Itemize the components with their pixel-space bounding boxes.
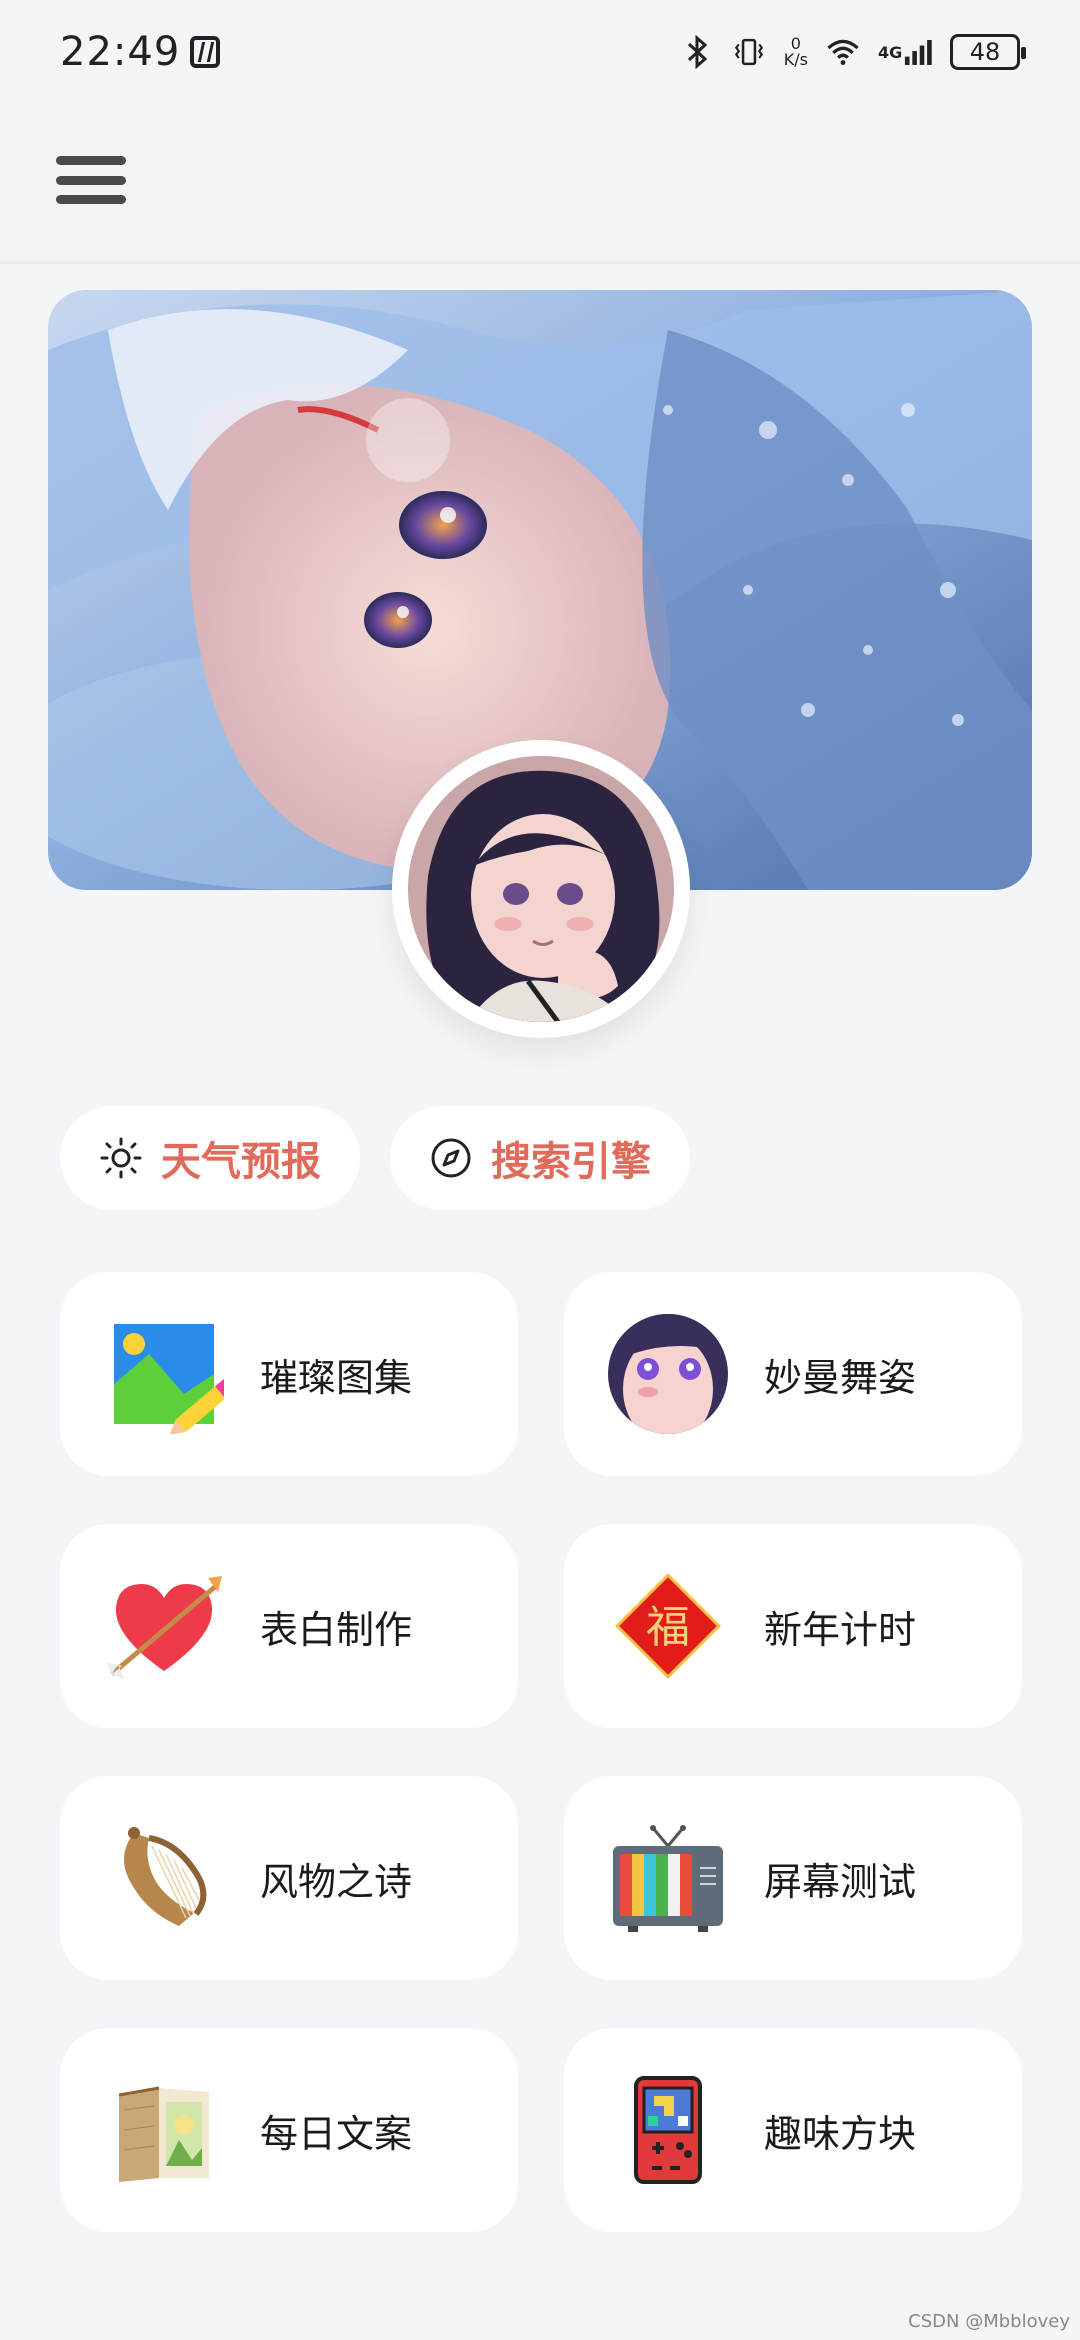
card-poem[interactable]: 风物之诗 <box>60 1776 518 1980</box>
page: { "status_bar": { "time": "22:49", "net_… <box>0 0 1080 2340</box>
card-new-year[interactable]: 福 新年计时 <box>564 1524 1022 1728</box>
game-console-icon <box>634 2076 702 2184</box>
card-gallery[interactable]: 璀璨图集 <box>60 1272 518 1476</box>
network-type: 4G <box>878 42 903 62</box>
status-time: 22:49 <box>60 29 181 75</box>
fu-diamond-icon: 福 <box>614 1572 722 1680</box>
fu-character: 福 <box>646 1602 690 1653</box>
card-dance-label: 妙曼舞姿 <box>764 1355 917 1400</box>
search-engine-chip-label: 搜索引擎 <box>491 1139 651 1185</box>
compass-icon <box>431 1138 471 1178</box>
battery-icon: 48 <box>950 34 1026 70</box>
card-daily-copy-label: 每日文案 <box>260 2111 413 2156</box>
bluetooth-icon <box>680 35 714 69</box>
avatar-image <box>408 756 674 1022</box>
vibrate-icon <box>732 35 766 69</box>
avatar[interactable] <box>392 740 690 1038</box>
card-tetris-label: 趣味方块 <box>764 2111 917 2156</box>
battery-level: 48 <box>969 38 1001 66</box>
card-poem-label: 风物之诗 <box>260 1859 413 1904</box>
hamburger-menu-icon[interactable] <box>56 152 126 208</box>
top-app-bar <box>0 104 1080 264</box>
card-tetris[interactable]: 趣味方块 <box>564 2028 1022 2232</box>
anime-face-icon <box>608 1314 728 1434</box>
card-dance[interactable]: 妙曼舞姿 <box>564 1272 1022 1476</box>
search-engine-chip[interactable]: 搜索引擎 <box>390 1106 690 1210</box>
weather-chip-label: 天气预报 <box>161 1139 321 1185</box>
nfc-icon <box>190 36 221 68</box>
gallery-pencil-icon <box>114 1324 224 1434</box>
tv-color-bars-icon <box>613 1825 723 1932</box>
lyre-icon <box>124 1827 207 1926</box>
card-new-year-label: 新年计时 <box>764 1607 917 1652</box>
status-icons: 0 K/s 4G 48 <box>680 34 1026 70</box>
net-speed: 0 K/s <box>784 36 808 68</box>
signal-icon: 4G <box>878 35 932 69</box>
sun-icon <box>100 1137 142 1179</box>
card-daily-copy[interactable]: 每日文案 <box>60 2028 518 2232</box>
net-speed-unit: K/s <box>783 50 808 69</box>
wifi-icon <box>826 35 860 69</box>
card-confession[interactable]: 表白制作 <box>60 1524 518 1728</box>
card-gallery-label: 璀璨图集 <box>260 1355 413 1400</box>
weather-chip[interactable]: 天气预报 <box>60 1106 360 1210</box>
card-screen-test-label: 屏幕测试 <box>764 1859 917 1904</box>
card-confession-label: 表白制作 <box>260 1607 413 1652</box>
book-icon <box>118 2086 209 2182</box>
watermark: CSDN @Mbblovey <box>908 2311 1070 2332</box>
heart-arrow-icon <box>106 1576 222 1680</box>
status-bar: 22:49 0 K/s 4G 48 <box>0 0 1080 104</box>
card-screen-test[interactable]: 屏幕测试 <box>564 1776 1022 1980</box>
